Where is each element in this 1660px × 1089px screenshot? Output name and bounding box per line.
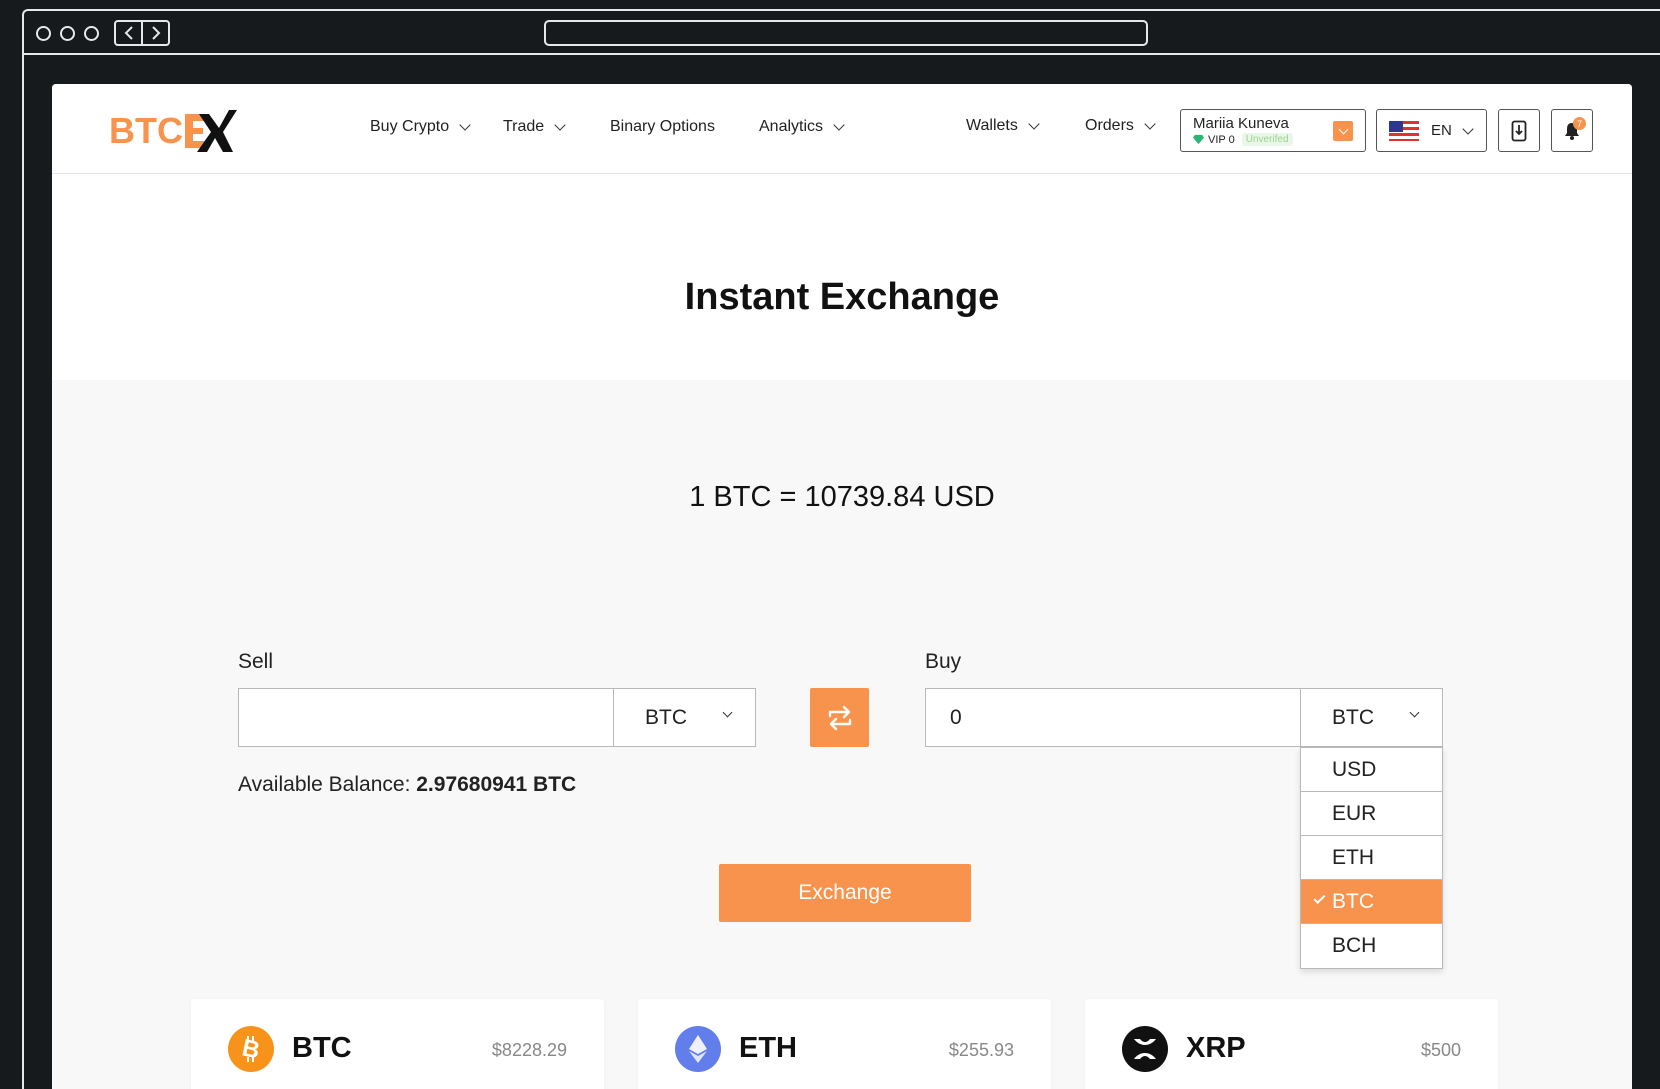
forward-icon[interactable]	[141, 22, 168, 44]
chevron-down-icon	[1028, 118, 1040, 130]
sell-amount-input[interactable]	[238, 688, 614, 747]
notification-badge: 7	[1573, 117, 1586, 130]
nav-trade[interactable]: Trade	[503, 118, 566, 136]
dropdown-option-eth[interactable]: ETH	[1301, 836, 1442, 880]
nav-buy-crypto[interactable]: Buy Crypto	[370, 118, 471, 136]
available-balance: Available Balance: 2.97680941 BTC	[238, 773, 576, 797]
nav-binary-options[interactable]: Binary Options	[610, 118, 715, 136]
browser-nav-buttons	[114, 20, 170, 46]
coin-price: $500	[1420, 1040, 1461, 1060]
buy-label: Buy	[925, 650, 962, 673]
chevron-down-icon	[1338, 124, 1348, 134]
language-select[interactable]: EN	[1376, 109, 1487, 152]
coin-price: $255.93	[948, 1040, 1014, 1060]
window-minimize-dot[interactable]	[60, 26, 75, 41]
vip-level: VIP 0	[1208, 133, 1235, 146]
chevron-down-icon	[1144, 118, 1156, 130]
bitcoin-icon: B	[228, 1026, 274, 1072]
chevron-down-icon	[833, 119, 845, 131]
nav-label: Analytics	[759, 118, 824, 135]
user-status: VIP 0 Unverifed	[1193, 133, 1293, 146]
dropdown-option-bch[interactable]: BCH	[1301, 924, 1442, 968]
page-title: Instant Exchange	[684, 276, 1000, 318]
user-menu[interactable]: Mariia Kuneva VIP 0 Unverifed	[1180, 109, 1366, 152]
page: BTC Buy Crypto Trade Binary Options Anal…	[52, 84, 1632, 1089]
coin-card-xrp[interactable]: XRP $500	[1085, 999, 1498, 1089]
coin-symbol: ETH	[739, 1032, 797, 1064]
wallet-deposit-icon	[1511, 120, 1527, 141]
coin-symbol: BTC	[292, 1032, 352, 1064]
logo-text: BTC	[109, 110, 183, 151]
nav-label: Binary Options	[610, 118, 715, 135]
nav-orders[interactable]: Orders	[1085, 117, 1156, 135]
language-label: EN	[1431, 122, 1452, 139]
logo[interactable]: BTC	[109, 108, 237, 154]
sell-label: Sell	[238, 650, 274, 673]
coin-card-eth[interactable]: ETH $255.93	[638, 999, 1051, 1089]
chevron-down-icon	[459, 119, 471, 131]
dropdown-option-eur[interactable]: EUR	[1301, 792, 1442, 836]
diamond-icon	[1193, 134, 1204, 145]
dropdown-option-btc[interactable]: BTC	[1301, 880, 1442, 924]
exchange-button[interactable]: Exchange	[719, 864, 971, 922]
logo-ex-mark	[185, 110, 237, 152]
exchange-rate: 1 BTC = 10739.84 USD	[689, 481, 995, 513]
balance-label: Available Balance:	[238, 773, 411, 796]
window-maximize-dot[interactable]	[84, 26, 99, 41]
window-close-dot[interactable]	[36, 26, 51, 41]
buy-currency-select[interactable]: BTC	[1300, 688, 1443, 747]
nav-label: Wallets	[966, 117, 1018, 134]
xrp-icon	[1122, 1026, 1168, 1072]
nav-analytics[interactable]: Analytics	[759, 118, 845, 136]
ethereum-icon	[675, 1026, 721, 1072]
notifications-button[interactable]: 7	[1551, 109, 1593, 152]
chevron-down-icon	[1462, 122, 1474, 135]
user-name: Mariia Kuneva	[1193, 115, 1289, 132]
us-flag-icon	[1389, 120, 1419, 141]
back-icon[interactable]	[116, 22, 141, 44]
chevron-down-icon	[1409, 707, 1420, 718]
deposit-button[interactable]	[1498, 109, 1540, 152]
coin-card-btc[interactable]: B BTC $8228.29	[191, 999, 604, 1089]
sell-currency-select[interactable]: BTC	[613, 688, 756, 747]
user-menu-toggle[interactable]	[1333, 121, 1353, 141]
check-icon	[1313, 891, 1326, 905]
sell-currency-value: BTC	[645, 705, 687, 729]
swap-icon	[828, 705, 851, 730]
nav-label: Trade	[503, 118, 545, 135]
verification-badge: Unverifed	[1241, 133, 1293, 146]
nav-label: Buy Crypto	[370, 118, 450, 135]
address-bar[interactable]	[544, 20, 1148, 46]
site-header: BTC Buy Crypto Trade Binary Options Anal…	[52, 84, 1632, 174]
balance-value: 2.97680941 BTC	[416, 773, 577, 796]
coin-symbol: XRP	[1186, 1032, 1246, 1064]
nav-wallets[interactable]: Wallets	[966, 117, 1040, 135]
chevron-down-icon	[554, 119, 566, 131]
buy-currency-value: BTC	[1332, 705, 1374, 729]
swap-button[interactable]	[810, 688, 869, 747]
dropdown-option-usd[interactable]: USD	[1301, 748, 1442, 792]
svg-text:B: B	[240, 1035, 262, 1063]
nav-label: Orders	[1085, 117, 1134, 134]
browser-toolbar	[24, 11, 1660, 55]
buy-currency-dropdown: USD EUR ETH BTC BCH	[1300, 747, 1443, 969]
buy-amount-input[interactable]: 0	[925, 688, 1301, 747]
coin-price: $8228.29	[491, 1040, 567, 1060]
dropdown-option-label: BTC	[1332, 889, 1374, 913]
chevron-down-icon	[722, 707, 733, 718]
